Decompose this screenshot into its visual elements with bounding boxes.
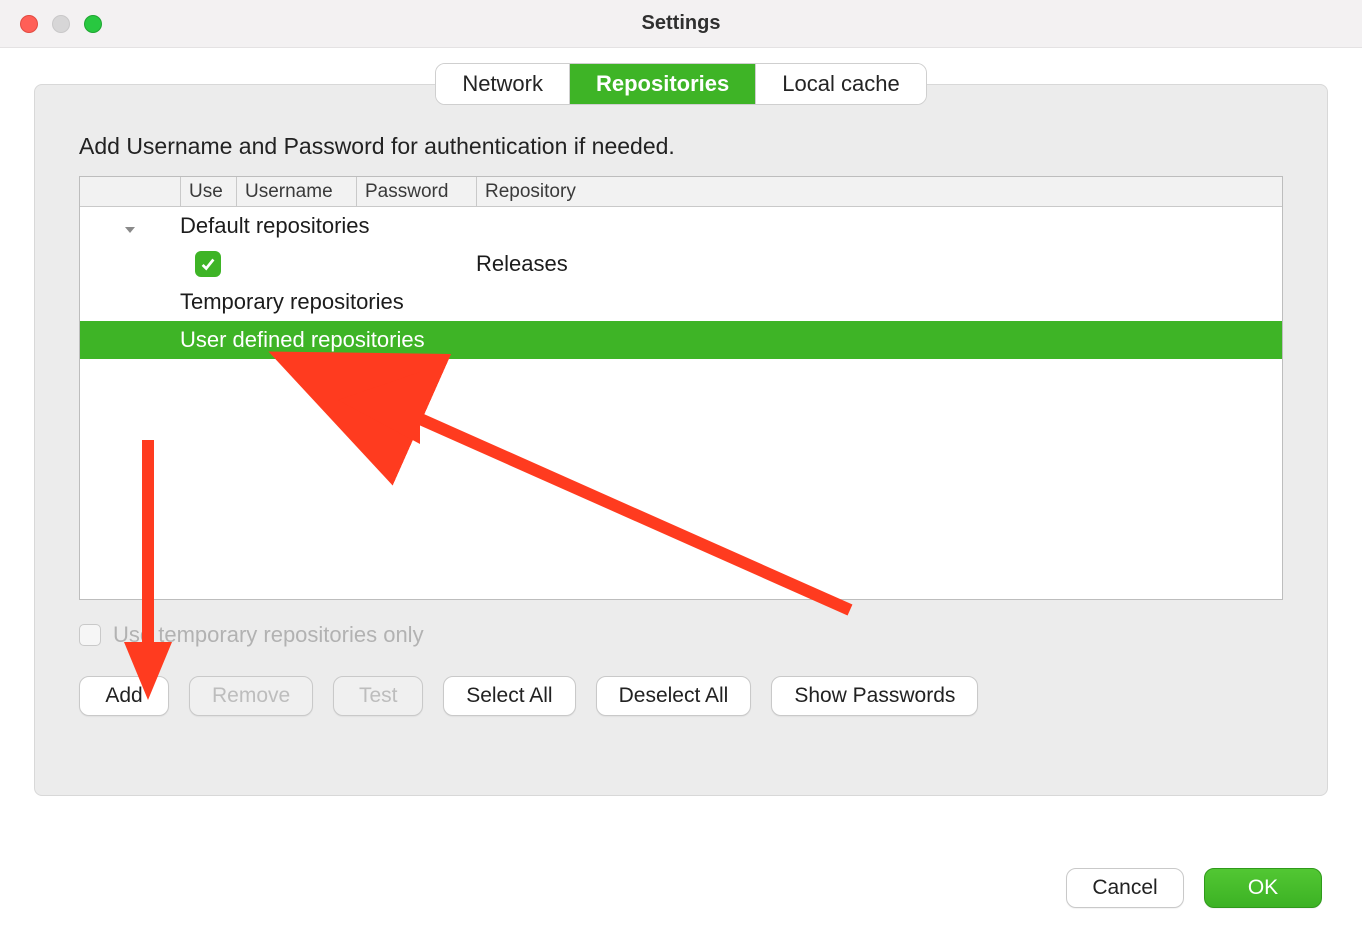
- group-user-defined-repositories[interactable]: User defined repositories: [80, 321, 1282, 359]
- group-temporary-repositories[interactable]: Temporary repositories: [80, 283, 1282, 321]
- deselect-all-button[interactable]: Deselect All: [596, 676, 752, 716]
- test-button[interactable]: Test: [333, 676, 423, 716]
- remove-button[interactable]: Remove: [189, 676, 313, 716]
- col-header-password[interactable]: Password: [356, 177, 476, 206]
- group-default-repositories[interactable]: Default repositories: [80, 207, 1282, 245]
- repositories-table: Use Username Password Repository Default…: [79, 176, 1283, 600]
- temp-only-label: Use temporary repositories only: [113, 622, 424, 648]
- zoom-window-button[interactable]: [84, 15, 102, 33]
- tab-repositories[interactable]: Repositories: [570, 64, 756, 104]
- group-label: Default repositories: [180, 207, 1282, 245]
- titlebar: Settings: [0, 0, 1362, 48]
- option-temp-only: Use temporary repositories only: [79, 622, 1283, 648]
- ok-button[interactable]: OK: [1204, 868, 1322, 908]
- col-header-username[interactable]: Username: [236, 177, 356, 206]
- row-releases[interactable]: Releases: [80, 245, 1282, 283]
- table-header: Use Username Password Repository: [80, 177, 1282, 207]
- use-checkbox-checked[interactable]: [195, 251, 221, 277]
- col-header-blank: [80, 177, 180, 206]
- table-button-row: Add Remove Test Select All Deselect All …: [79, 676, 1283, 716]
- window-title: Settings: [0, 12, 1362, 35]
- cancel-button[interactable]: Cancel: [1066, 868, 1184, 908]
- temp-only-checkbox[interactable]: [79, 624, 101, 646]
- chevron-down-icon: [122, 218, 138, 234]
- tab-network[interactable]: Network: [436, 64, 570, 104]
- tab-bar: Network Repositories Local cache: [435, 63, 926, 105]
- row-repository-name: Releases: [476, 245, 1282, 283]
- show-passwords-button[interactable]: Show Passwords: [771, 676, 978, 716]
- col-header-use[interactable]: Use: [180, 177, 236, 206]
- select-all-button[interactable]: Select All: [443, 676, 575, 716]
- minimize-window-button[interactable]: [52, 15, 70, 33]
- instruction-text: Add Username and Password for authentica…: [79, 133, 1283, 160]
- traffic-lights: [0, 15, 102, 33]
- tab-local-cache[interactable]: Local cache: [756, 64, 925, 104]
- settings-panel: Network Repositories Local cache Add Use…: [34, 84, 1328, 796]
- group-label: User defined repositories: [180, 321, 1282, 359]
- close-window-button[interactable]: [20, 15, 38, 33]
- add-button[interactable]: Add: [79, 676, 169, 716]
- col-header-repository[interactable]: Repository: [476, 177, 1282, 206]
- group-label: Temporary repositories: [180, 283, 1282, 321]
- dialog-footer: Cancel OK: [1066, 868, 1322, 908]
